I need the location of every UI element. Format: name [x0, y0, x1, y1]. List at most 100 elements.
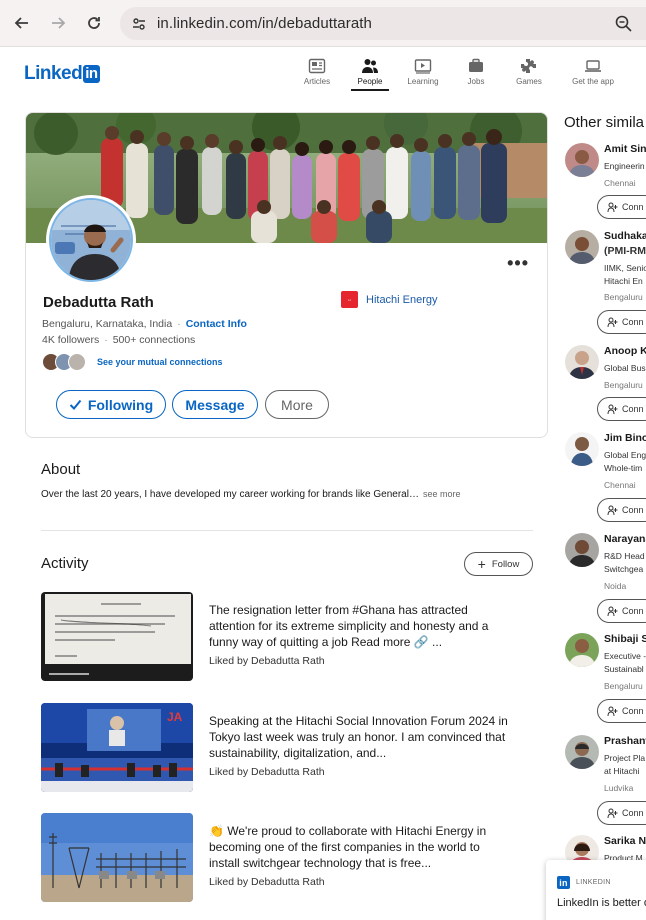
mutual-connections-link[interactable]: See your mutual connections: [97, 357, 223, 367]
games-icon: [521, 59, 536, 73]
back-button[interactable]: [9, 10, 35, 36]
url-text[interactable]: in.linkedin.com/in/debaduttarath: [157, 15, 372, 32]
see-more-link[interactable]: see more: [423, 489, 461, 499]
linkedin-logo[interactable]: Linked in: [24, 63, 100, 85]
profile-avatar[interactable]: [565, 533, 599, 567]
more-button[interactable]: More: [265, 390, 329, 419]
profile-avatar[interactable]: [565, 432, 599, 466]
add-connection-icon: [607, 317, 618, 327]
profile-location: Bengaluru: [604, 292, 643, 302]
add-connection-icon: [607, 202, 618, 212]
connect-button[interactable]: Conn: [597, 397, 646, 421]
connect-button[interactable]: Conn: [597, 699, 646, 723]
profile-name[interactable]: Jim Bino: [604, 432, 646, 444]
add-connection-icon: [607, 706, 618, 716]
profile-name[interactable]: Prashant: [604, 735, 646, 747]
linkedin-mark-icon: in: [557, 876, 570, 889]
profile-avatar[interactable]: [565, 230, 599, 264]
contact-info-link[interactable]: Contact Info: [186, 318, 247, 330]
profile-name[interactable]: Anoop K: [604, 345, 646, 357]
activity-post[interactable]: The resignation letter from #Ghana has a…: [41, 592, 533, 682]
laptop-icon: [585, 60, 601, 72]
profile-name[interactable]: Narayana: [604, 533, 646, 545]
following-button[interactable]: Following: [56, 390, 166, 419]
followers-count: 4K followers: [42, 334, 100, 346]
profile-avatar[interactable]: [565, 735, 599, 769]
connect-button[interactable]: Conn: [597, 310, 646, 334]
app-promo-popup[interactable]: in LINKEDIN LinkedIn is better o: [546, 860, 646, 920]
profile-name-suffix: (PMI-RM: [604, 245, 646, 257]
activity-post[interactable]: JA Speaking at the Hitachi Social Innova…: [41, 703, 533, 793]
profile-name[interactable]: Sudhaka: [604, 230, 646, 242]
profile-headline: Sustainabl: [604, 664, 644, 674]
profile-location: Chennai: [604, 178, 636, 188]
site-info-icon[interactable]: [128, 13, 150, 35]
profile-headline: at Hitachi: [604, 766, 640, 776]
learning-icon: [414, 59, 432, 74]
more-options-icon[interactable]: •••: [507, 253, 529, 274]
connect-button[interactable]: Conn: [597, 801, 646, 825]
add-connection-icon: [607, 606, 618, 616]
location-line: Bengaluru, Karnataka, India · Contact Info: [42, 318, 247, 330]
checkmark-icon: [69, 399, 82, 410]
add-connection-icon: [607, 505, 618, 515]
connections-count: 500+ connections: [112, 334, 196, 346]
connect-button[interactable]: Conn: [597, 498, 646, 522]
nav-jobs[interactable]: Jobs: [451, 58, 501, 86]
profile-name[interactable]: Amit Sin: [604, 143, 646, 155]
profile-location: Bengaluru: [604, 380, 643, 390]
profile-headline: Global Bus: [604, 363, 646, 373]
profile-location: Ludvika: [604, 783, 634, 793]
profile-name[interactable]: Sarika Na: [604, 835, 646, 847]
follow-button[interactable]: + Follow: [464, 552, 533, 576]
mutual-connections[interactable]: See your mutual connections: [42, 353, 223, 371]
forward-button[interactable]: [45, 10, 71, 36]
post-liked-by: Liked by Debadutta Rath: [209, 766, 325, 778]
people-icon: [362, 59, 378, 73]
profile-location: Bengaluru: [604, 681, 643, 691]
hitachi-energy-logo-icon: H: [341, 291, 358, 308]
add-connection-icon: [607, 808, 618, 818]
profile-headline: Engineerin: [604, 161, 645, 171]
similar-profiles-heading: Other simila: [564, 114, 645, 131]
nav-games[interactable]: Games: [504, 58, 554, 86]
post-thumbnail[interactable]: JA: [41, 703, 193, 792]
profile-location: Chennai: [604, 480, 636, 490]
post-text: The resignation letter from #Ghana has a…: [209, 603, 489, 649]
popup-header: in LINKEDIN: [557, 876, 611, 889]
post-liked-by: Liked by Debadutta Rath: [209, 876, 325, 888]
section-divider: [41, 530, 533, 531]
profile-name: Debadutta Rath: [43, 294, 154, 311]
profile-avatar[interactable]: [565, 633, 599, 667]
about-summary: Over the last 20 years, I have developed…: [41, 489, 461, 500]
nav-learning[interactable]: Learning: [398, 58, 448, 86]
profile-name[interactable]: Shibaji S: [604, 633, 646, 645]
nav-get-the-app[interactable]: Get the app: [568, 58, 618, 86]
message-button[interactable]: Message: [172, 390, 258, 419]
profile-avatar[interactable]: [565, 345, 599, 379]
profile-avatar[interactable]: [565, 143, 599, 177]
connect-button[interactable]: Conn: [597, 599, 646, 623]
profile-headline: Hitachi En: [604, 276, 643, 286]
nav-articles[interactable]: Articles: [292, 58, 342, 86]
profile-headline: Global Eng: [604, 450, 646, 460]
profile-card: ••• Debadutta Rath H Hitachi Energy Beng…: [25, 112, 548, 438]
current-company[interactable]: H Hitachi Energy: [341, 291, 438, 308]
post-thumbnail[interactable]: [41, 813, 193, 902]
address-bar[interactable]: in.linkedin.com/in/debaduttarath: [120, 7, 646, 40]
activity-post[interactable]: 👏 We're proud to collaborate with Hitach…: [41, 813, 533, 903]
post-thumbnail[interactable]: [41, 592, 193, 681]
activity-heading: Activity: [41, 555, 89, 572]
follower-stats: 4K followers · 500+ connections: [42, 334, 196, 346]
nav-people[interactable]: People: [345, 58, 395, 91]
linkedin-header: Linked in Articles People Learning Jobs G…: [0, 47, 646, 97]
zoom-icon[interactable]: [614, 14, 634, 34]
svg-text:JA: JA: [167, 710, 183, 724]
profile-headline: IIMK, Senio: [604, 263, 646, 273]
separator-dot: ·: [177, 318, 181, 330]
mutual-avatar: [68, 353, 86, 371]
connect-button[interactable]: Conn: [597, 195, 646, 219]
reload-button[interactable]: [81, 10, 107, 36]
profile-avatar[interactable]: [46, 195, 136, 285]
profile-headline: Switchgea: [604, 564, 644, 574]
